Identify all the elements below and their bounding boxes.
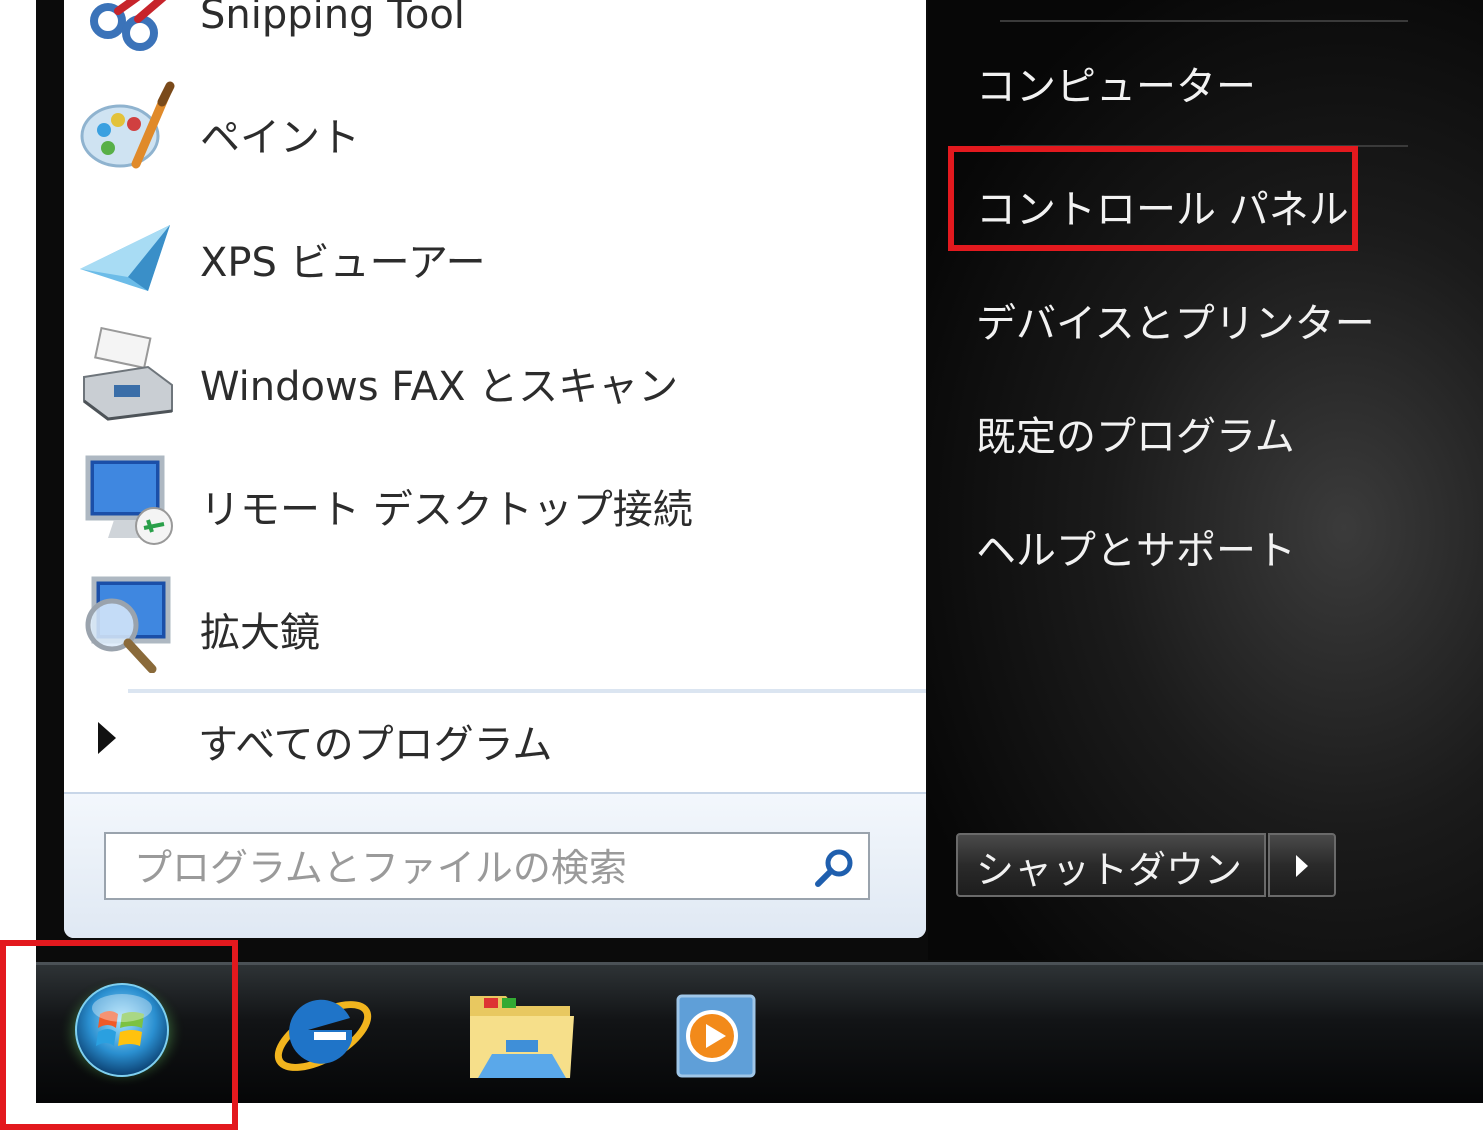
program-windows-fax-scan[interactable]: Windows FAX とスキャン bbox=[64, 322, 926, 432]
magnifier-icon bbox=[85, 576, 171, 673]
menu-item-help-support[interactable]: ヘルプとサポート bbox=[976, 518, 1296, 576]
search-area bbox=[64, 792, 926, 938]
program-remote-desktop[interactable]: リモート デスクトップ接続 bbox=[64, 445, 926, 555]
program-magnifier[interactable]: 拡大鏡 bbox=[64, 568, 926, 678]
internet-explorer-icon[interactable] bbox=[268, 978, 378, 1088]
shutdown-options-button[interactable] bbox=[1268, 833, 1336, 897]
control-panel-highlight-box bbox=[948, 146, 1358, 251]
paper-plane-icon bbox=[80, 225, 170, 291]
program-label: 拡大鏡 bbox=[200, 610, 320, 656]
program-label: XPS ビューアー bbox=[200, 240, 486, 286]
menu-item-computer[interactable]: コンピューター bbox=[976, 54, 1256, 112]
program-xps-viewer[interactable]: XPS ビューアー bbox=[64, 198, 926, 308]
start-menu-right-panel bbox=[928, 0, 1483, 960]
all-programs-button[interactable]: すべてのプログラム bbox=[64, 700, 926, 780]
start-menu-programs-panel: Snipping Tool ペイント XPS ビューアー Windows FAX… bbox=[64, 0, 926, 938]
shutdown-button[interactable]: シャットダウン bbox=[956, 833, 1266, 897]
menu-item-default-programs[interactable]: 既定のプログラム bbox=[976, 404, 1295, 462]
all-programs-label: すべてのプログラム bbox=[198, 722, 553, 768]
fax-scanner-icon bbox=[83, 327, 173, 421]
search-input[interactable] bbox=[132, 840, 776, 896]
scissors-icon bbox=[90, 0, 167, 51]
program-snipping-tool[interactable]: Snipping Tool bbox=[64, 0, 926, 66]
program-label: ペイント bbox=[200, 115, 360, 161]
program-label: Windows FAX とスキャン bbox=[200, 364, 679, 410]
windows-media-player-icon[interactable] bbox=[672, 992, 762, 1080]
remote-desktop-icon bbox=[85, 455, 173, 545]
menu-item-devices-printers[interactable]: デバイスとプリンター bbox=[976, 291, 1375, 349]
start-button-highlight-box bbox=[0, 940, 238, 1130]
paint-palette-icon bbox=[80, 81, 175, 169]
shutdown-label: シャットダウン bbox=[976, 848, 1243, 892]
windows-explorer-icon[interactable] bbox=[466, 984, 578, 1084]
triangle-right-icon bbox=[1296, 855, 1308, 877]
program-paint[interactable]: ペイント bbox=[64, 75, 926, 185]
program-label: Snipping Tool bbox=[200, 0, 465, 38]
search-icon[interactable] bbox=[812, 846, 856, 890]
right-panel-divider bbox=[1000, 20, 1408, 22]
triangle-right-icon bbox=[98, 722, 116, 754]
program-label: リモート デスクトップ接続 bbox=[200, 487, 693, 533]
programs-separator bbox=[128, 689, 926, 693]
search-box[interactable] bbox=[104, 832, 870, 900]
